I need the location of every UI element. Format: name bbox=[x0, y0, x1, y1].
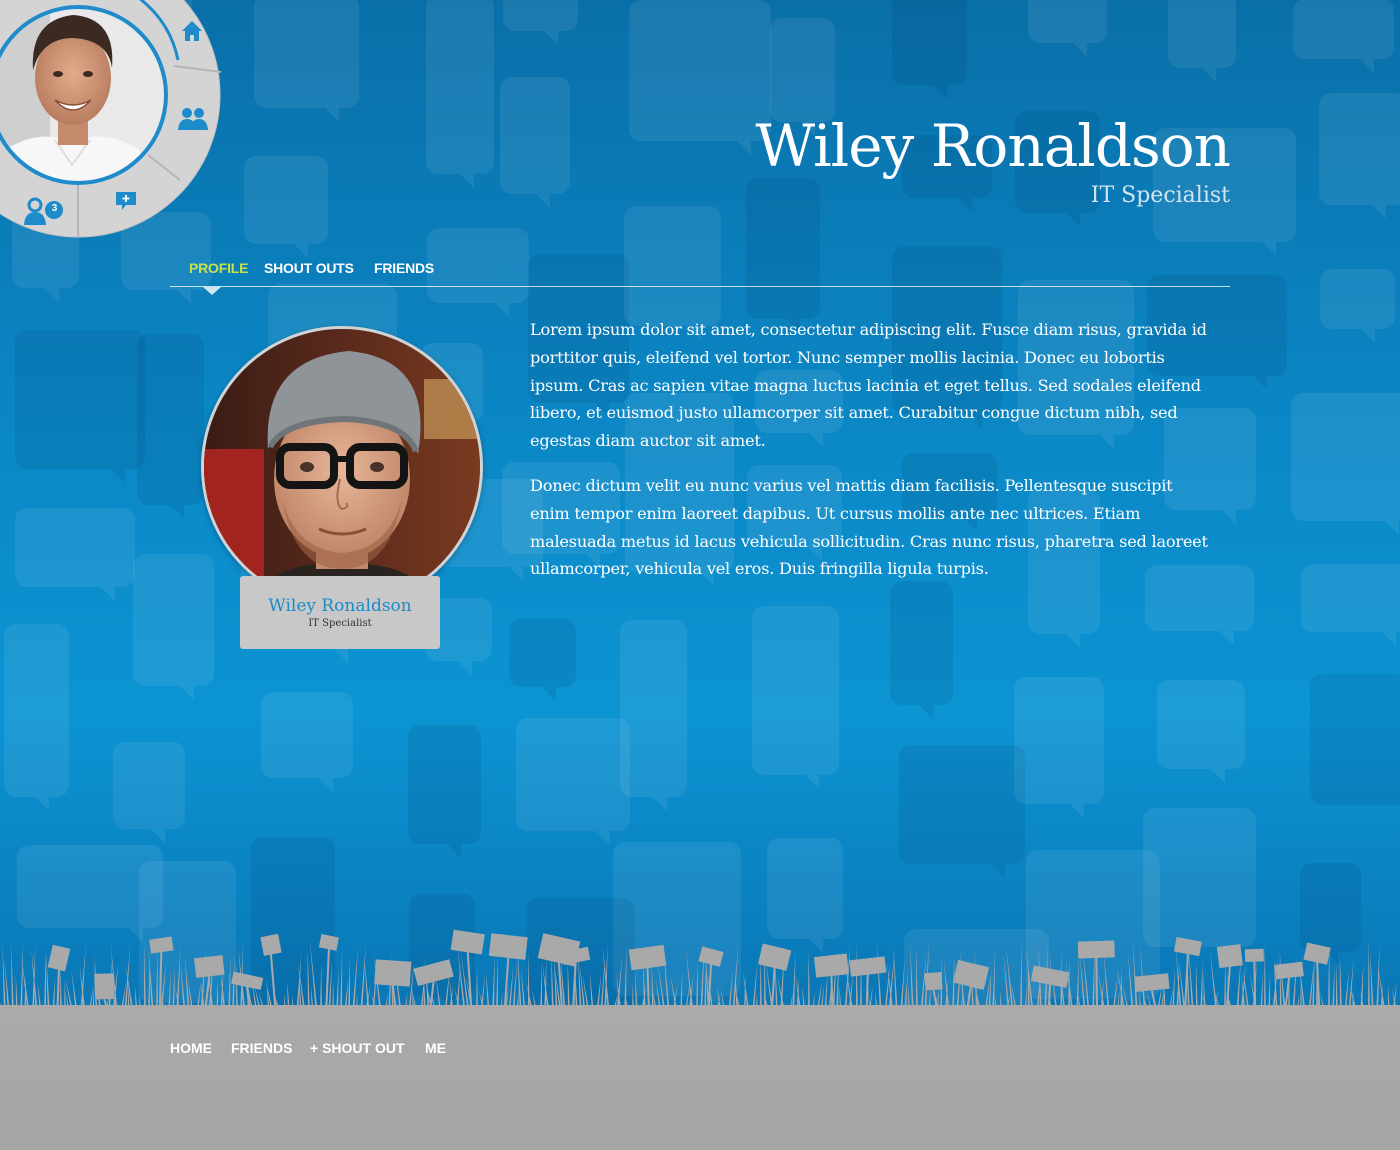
active-tab-indicator bbox=[203, 287, 221, 295]
footer-ground bbox=[0, 1005, 1400, 1150]
background-bubble bbox=[1167, 0, 1236, 82]
footer-link-shout-out[interactable]: + SHOUT OUT bbox=[310, 1040, 405, 1056]
profile-bio: Lorem ipsum dolor sit amet, consectetur … bbox=[530, 316, 1210, 600]
background-bubble bbox=[516, 718, 631, 846]
background-bubble bbox=[3, 624, 69, 812]
avatar bbox=[201, 326, 483, 608]
background-bubble bbox=[14, 329, 145, 483]
friend-requests-icon[interactable]: 3 bbox=[22, 196, 66, 226]
profile-name-card: Wiley Ronaldson IT Specialist bbox=[240, 576, 440, 649]
shout-out-icon[interactable] bbox=[114, 190, 138, 212]
tab-profile[interactable]: PROFILE bbox=[189, 260, 248, 276]
background-bubble bbox=[1157, 680, 1246, 784]
footer-link-friends[interactable]: FRIENDS bbox=[231, 1040, 292, 1056]
background-bubble bbox=[1013, 677, 1104, 819]
background-bubble bbox=[243, 155, 328, 258]
background-bubble bbox=[132, 554, 214, 701]
background-bubble bbox=[426, 0, 495, 189]
background-bubble bbox=[1027, 0, 1107, 57]
tab-shout-outs[interactable]: SHOUT OUTS bbox=[264, 260, 354, 276]
background-bubble bbox=[1290, 393, 1400, 536]
background-bubble bbox=[1319, 269, 1395, 344]
background-bubble bbox=[898, 744, 1025, 878]
background-bubble bbox=[751, 606, 839, 790]
footer-link-me[interactable]: ME bbox=[425, 1040, 446, 1056]
background-bubble bbox=[260, 691, 353, 792]
background-bubble bbox=[509, 619, 577, 702]
background-bubble bbox=[408, 725, 482, 858]
background-bubble bbox=[746, 178, 820, 334]
background-bubble bbox=[136, 334, 204, 520]
background-bubble bbox=[500, 77, 571, 209]
friend-requests-badge: 3 bbox=[51, 203, 58, 214]
bio-paragraph: Lorem ipsum dolor sit amet, consectetur … bbox=[530, 320, 1207, 451]
footer-link-home[interactable]: HOME bbox=[170, 1040, 212, 1056]
background-bubble bbox=[253, 0, 359, 123]
background-bubble bbox=[1301, 563, 1400, 646]
profile-card-name: Wiley Ronaldson bbox=[268, 596, 412, 616]
background-bubble bbox=[14, 508, 135, 602]
tab-friends[interactable]: FRIENDS bbox=[374, 260, 434, 276]
tab-divider bbox=[170, 286, 1230, 287]
grass-signs-decoration bbox=[0, 929, 1398, 1015]
background-bubble bbox=[1318, 92, 1400, 219]
background-bubble bbox=[892, 0, 968, 99]
background-bubble bbox=[619, 619, 687, 811]
profile-card-title: IT Specialist bbox=[308, 618, 372, 629]
background-bubble bbox=[502, 0, 578, 45]
bio-paragraph: Donec dictum velit eu nunc varius vel ma… bbox=[530, 475, 1208, 579]
page-subtitle: IT Specialist bbox=[1090, 183, 1230, 208]
grass-sign bbox=[318, 934, 339, 1015]
friends-icon[interactable] bbox=[176, 104, 210, 132]
background-bubble bbox=[1310, 673, 1400, 805]
grass-sign bbox=[488, 933, 528, 1015]
page-title: Wiley Ronaldson bbox=[755, 112, 1231, 180]
background-bubble bbox=[112, 742, 185, 844]
background-bubble bbox=[769, 17, 835, 136]
background-bubble bbox=[629, 0, 771, 155]
background-bubble bbox=[1292, 0, 1394, 73]
home-icon[interactable] bbox=[179, 18, 205, 44]
